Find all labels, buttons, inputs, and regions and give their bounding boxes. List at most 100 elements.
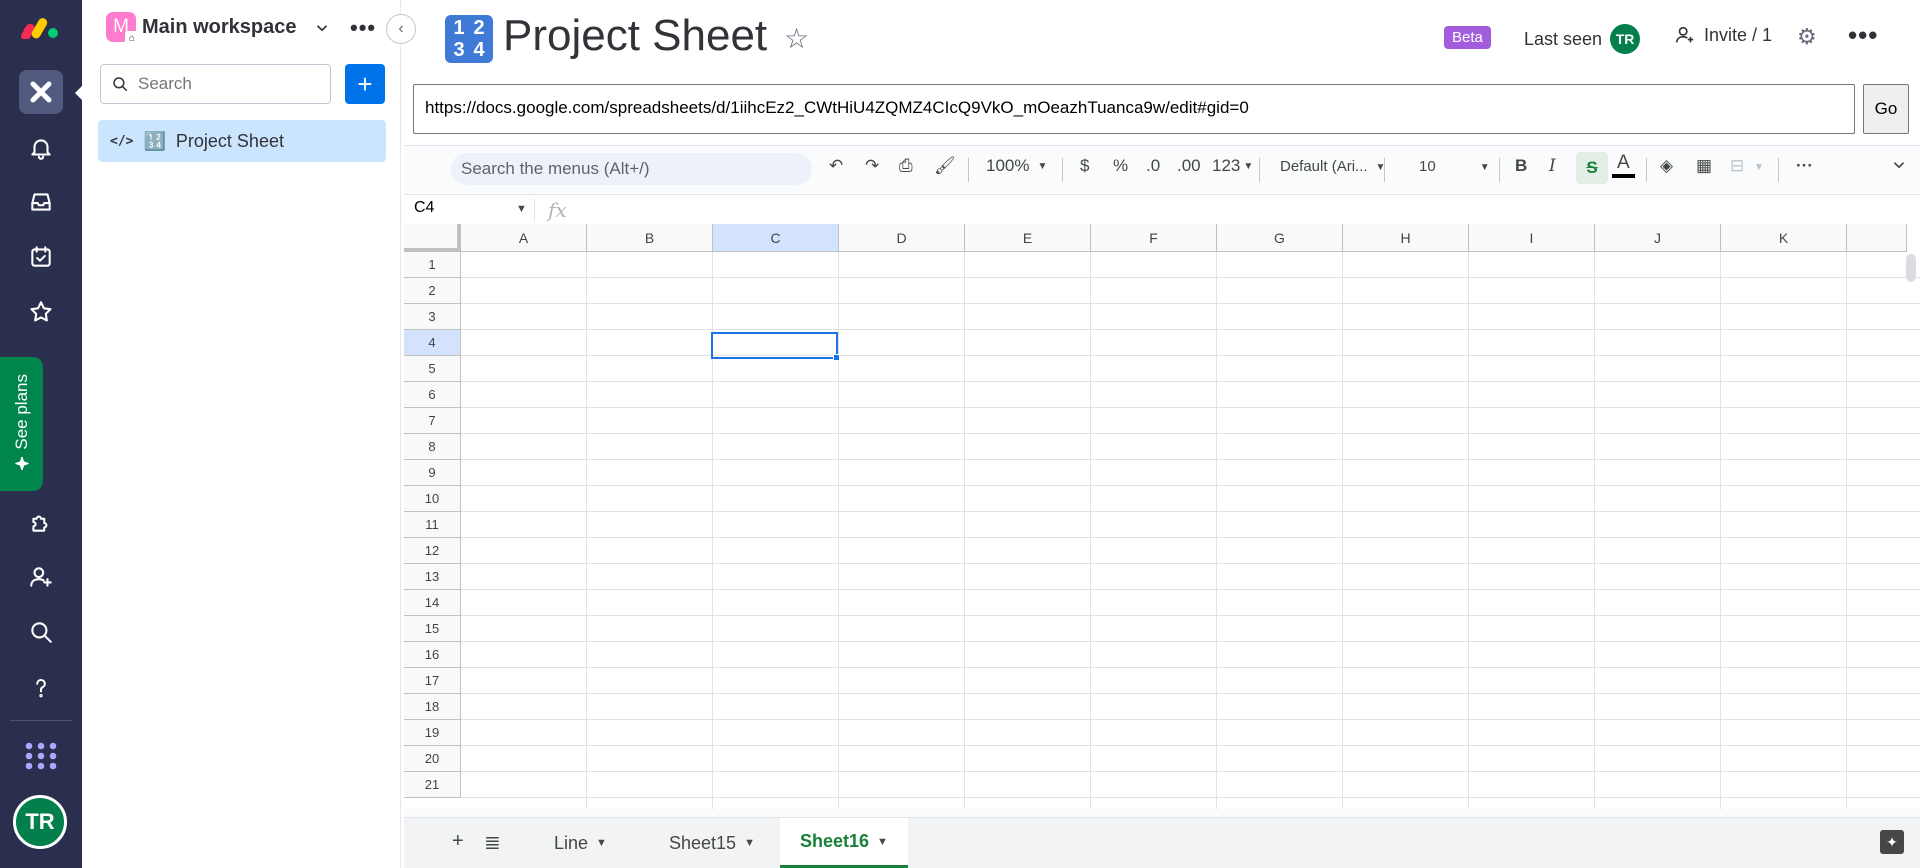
- vertical-scrollbar[interactable]: [1906, 254, 1916, 282]
- more-options-icon[interactable]: •••: [1848, 20, 1878, 51]
- borders-icon[interactable]: ▦: [1696, 156, 1712, 176]
- percent-format-button[interactable]: %: [1113, 156, 1128, 176]
- sidebar-item-project-sheet[interactable]: </> 🔢 Project Sheet: [98, 120, 386, 162]
- sheet-tab[interactable]: Sheet15 ▼: [649, 818, 775, 868]
- font-select[interactable]: Default (Ari... ▼: [1280, 158, 1385, 175]
- favorite-star-icon[interactable]: ☆: [784, 22, 809, 55]
- caret-down-icon[interactable]: ▼: [596, 837, 607, 849]
- inbox-icon[interactable]: [21, 182, 61, 222]
- currency-format-button[interactable]: $: [1080, 156, 1089, 176]
- column-header[interactable]: H: [1343, 224, 1469, 252]
- row-header[interactable]: 11: [404, 512, 461, 538]
- explore-icon[interactable]: ✦: [1880, 830, 1904, 854]
- sheet-tab[interactable]: Line ▼: [534, 818, 627, 868]
- see-plans-button[interactable]: See plans: [0, 357, 43, 491]
- favorites-star-icon[interactable]: [21, 292, 61, 332]
- row-header[interactable]: 7: [404, 408, 461, 434]
- row-header[interactable]: 14: [404, 590, 461, 616]
- column-header[interactable]: J: [1595, 224, 1721, 252]
- select-all-corner[interactable]: [404, 224, 461, 252]
- row-header[interactable]: 5: [404, 356, 461, 382]
- row-header[interactable]: 9: [404, 460, 461, 486]
- notifications-bell-icon[interactable]: [21, 128, 61, 168]
- print-icon[interactable]: ⎙: [899, 156, 913, 176]
- row-header[interactable]: 4: [404, 330, 461, 356]
- redo-icon[interactable]: ↷: [865, 156, 879, 176]
- paint-format-icon[interactable]: 🖌: [934, 156, 956, 176]
- column-header[interactable]: B: [587, 224, 713, 252]
- increase-decimal-button[interactable]: .00: [1177, 156, 1201, 176]
- caret-down-icon[interactable]: ▼: [516, 203, 527, 215]
- row-header[interactable]: 13: [404, 564, 461, 590]
- italic-button[interactable]: I: [1549, 156, 1556, 176]
- apps-puzzle-icon[interactable]: [21, 502, 61, 542]
- my-work-icon[interactable]: [21, 237, 61, 277]
- active-cell-selection[interactable]: [711, 332, 840, 361]
- row-header[interactable]: 21: [404, 772, 461, 798]
- cells-area[interactable]: [461, 252, 1920, 809]
- last-seen-button[interactable]: Last seen TR: [1524, 24, 1641, 54]
- bold-button[interactable]: B: [1515, 156, 1527, 176]
- row-header[interactable]: 18: [404, 694, 461, 720]
- sheet-tab[interactable]: Sheet16 ▼: [780, 818, 908, 868]
- merge-cells-icon[interactable]: ⊟: [1730, 156, 1744, 176]
- zoom-select[interactable]: 100% ▼: [986, 156, 1047, 176]
- column-header[interactable]: D: [839, 224, 965, 252]
- number-format-select[interactable]: 123 ▼: [1212, 156, 1253, 176]
- row-header[interactable]: 2: [404, 278, 461, 304]
- row-header[interactable]: 16: [404, 642, 461, 668]
- add-item-button[interactable]: +: [345, 64, 385, 104]
- row-header[interactable]: 17: [404, 668, 461, 694]
- undo-icon[interactable]: ↶: [829, 156, 843, 176]
- invite-button[interactable]: Invite / 1: [1674, 24, 1772, 46]
- fill-color-icon[interactable]: ◈: [1660, 156, 1673, 176]
- column-header[interactable]: A: [461, 224, 587, 252]
- cell-grid[interactable]: ABCDEFGHIJK 1 2 3 4 5 6 7 8 9 10 11 12 13 14 15 16 17 18 1…: [404, 224, 1920, 809]
- strikethrough-button[interactable]: S: [1576, 152, 1608, 184]
- row-header[interactable]: 10: [404, 486, 461, 512]
- help-icon[interactable]: [21, 667, 61, 707]
- add-sheet-icon[interactable]: +: [452, 830, 464, 853]
- row-header[interactable]: 6: [404, 382, 461, 408]
- column-header[interactable]: K: [1721, 224, 1847, 252]
- embed-url-input[interactable]: https://docs.google.com/spreadsheets/d/1…: [413, 84, 1855, 134]
- row-header[interactable]: 1: [404, 252, 461, 278]
- user-avatar[interactable]: TR: [13, 795, 67, 849]
- collapse-toolbar-icon[interactable]: [1890, 156, 1908, 179]
- chevron-down-icon[interactable]: [311, 17, 333, 39]
- name-box[interactable]: C4: [414, 199, 434, 217]
- row-header[interactable]: 20: [404, 746, 461, 772]
- monday-logo[interactable]: [21, 6, 61, 46]
- invite-members-icon[interactable]: [21, 557, 61, 597]
- workspace-selector[interactable]: M ⌂ Main workspace: [106, 12, 297, 45]
- go-button[interactable]: Go: [1863, 84, 1909, 134]
- decrease-decimal-button[interactable]: .0: [1146, 156, 1160, 176]
- settings-gear-icon[interactable]: ⚙: [1797, 24, 1817, 50]
- more-tools-icon[interactable]: ···: [1796, 156, 1813, 176]
- page-title[interactable]: Project Sheet: [503, 11, 767, 61]
- search-menus-input[interactable]: Search the menus (Alt+/): [451, 153, 812, 185]
- fill-handle[interactable]: [833, 354, 840, 361]
- column-header[interactable]: G: [1217, 224, 1343, 252]
- workspaces-icon[interactable]: [19, 70, 63, 114]
- column-header[interactable]: C: [713, 224, 839, 252]
- sidebar-search[interactable]: [100, 64, 331, 104]
- sidebar-search-input[interactable]: [138, 74, 318, 94]
- row-header[interactable]: 19: [404, 720, 461, 746]
- caret-down-icon[interactable]: ▼: [1754, 162, 1764, 173]
- caret-down-icon[interactable]: ▼: [744, 837, 755, 849]
- search-icon[interactable]: [21, 612, 61, 652]
- column-header[interactable]: I: [1469, 224, 1595, 252]
- caret-down-icon[interactable]: ▼: [877, 836, 888, 848]
- column-header[interactable]: F: [1091, 224, 1217, 252]
- column-header[interactable]: E: [965, 224, 1091, 252]
- product-switcher-grid-icon[interactable]: [21, 736, 61, 776]
- row-header[interactable]: 15: [404, 616, 461, 642]
- row-header[interactable]: 3: [404, 304, 461, 330]
- collapse-sidebar-button[interactable]: ‹: [386, 14, 416, 44]
- text-color-button[interactable]: A: [1612, 152, 1635, 178]
- row-header[interactable]: 8: [404, 434, 461, 460]
- workspace-more-icon[interactable]: •••: [350, 15, 376, 41]
- font-size-select[interactable]: 10 ▼: [1419, 158, 1490, 175]
- all-sheets-list-icon[interactable]: ≣: [484, 830, 501, 855]
